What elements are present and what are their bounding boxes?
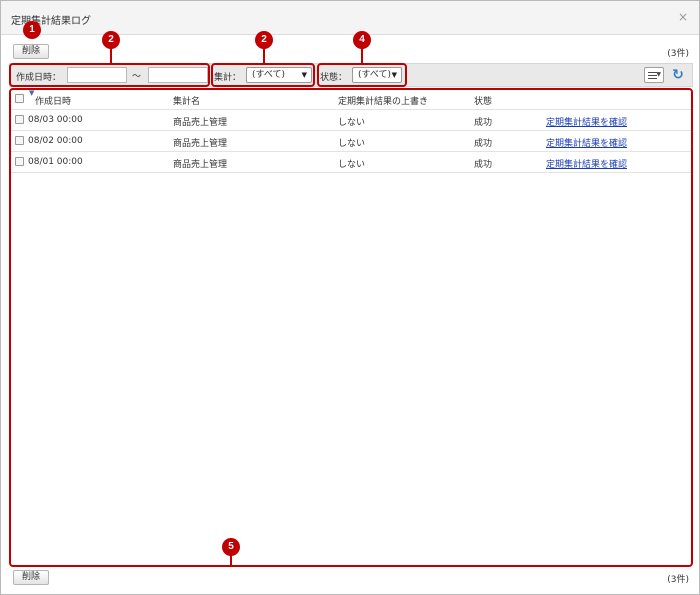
- callout-stem-2a: [110, 47, 112, 63]
- row-overwrite: しない: [338, 139, 366, 149]
- view-result-link[interactable]: 定期集計結果を確認: [546, 115, 627, 128]
- table-row: 08/01 00:00 商品売上管理 しない 成功 定期集計結果を確認: [11, 152, 691, 173]
- filter-toolbar: 作成日時： ～ 集計： (すべて) ▼ 状態： (すべて) ▼ ▼ ↻: [9, 63, 693, 87]
- row-checkbox[interactable]: [15, 136, 24, 145]
- row-created: 08/01 00:00: [28, 157, 83, 167]
- col-created[interactable]: 作成日時: [35, 94, 71, 107]
- close-icon[interactable]: ×: [676, 10, 690, 24]
- col-status[interactable]: 状態: [474, 94, 492, 107]
- row-status: 成功: [474, 118, 493, 128]
- created-date-label: 作成日時：: [16, 73, 62, 83]
- log-window: 定期集計結果ログ × 削除 (3件) 作成日時： ～ 集計： (すべて) ▼ 状…: [0, 0, 700, 595]
- callout-stem-2b: [263, 47, 265, 63]
- callout-stem-5: [230, 555, 232, 567]
- refresh-icon[interactable]: ↻: [670, 67, 686, 83]
- sort-desc-icon[interactable]: ▼: [29, 89, 34, 97]
- row-created: 08/02 00:00: [28, 136, 83, 146]
- status-select-value: (すべて): [358, 70, 392, 80]
- range-separator: ～: [132, 72, 142, 82]
- dropdown-arrow-icon: ▼: [391, 71, 397, 79]
- delete-button-bottom[interactable]: 削除: [13, 570, 50, 585]
- status-label: 状態：: [320, 73, 348, 83]
- row-created: 08/03 00:00: [28, 115, 83, 125]
- delete-button-top[interactable]: 削除: [13, 44, 50, 59]
- row-overwrite: しない: [338, 118, 366, 128]
- row-name: 商品売上管理: [173, 118, 228, 128]
- created-to-input[interactable]: [148, 67, 208, 83]
- aggregation-select-value: (すべて): [252, 70, 286, 80]
- title-bar: 定期集計結果ログ ×: [1, 1, 699, 35]
- created-from-input[interactable]: [67, 67, 127, 83]
- col-overwrite[interactable]: 定期集計結果の上書き: [338, 94, 428, 107]
- result-count-top: (3件): [667, 49, 689, 59]
- callout-badge-2b: 2: [255, 31, 273, 49]
- result-count-bottom: (3件): [667, 575, 689, 585]
- callout-badge-1: 1: [23, 21, 41, 39]
- row-overwrite: しない: [338, 160, 366, 170]
- select-all-checkbox[interactable]: [15, 94, 24, 103]
- row-status: 成功: [474, 139, 493, 149]
- list-icon-line: [648, 78, 657, 79]
- aggregation-label: 集計：: [214, 73, 242, 83]
- status-select[interactable]: (すべて) ▼: [352, 67, 402, 83]
- row-checkbox[interactable]: [15, 157, 24, 166]
- table-row: 08/02 00:00 商品売上管理 しない 成功 定期集計結果を確認: [11, 131, 691, 152]
- row-status: 成功: [474, 160, 493, 170]
- callout-badge-4: 4: [353, 31, 371, 49]
- view-result-link[interactable]: 定期集計結果を確認: [546, 157, 627, 170]
- callout-badge-2a: 2: [102, 31, 120, 49]
- view-result-link[interactable]: 定期集計結果を確認: [546, 136, 627, 149]
- col-name[interactable]: 集計名: [173, 94, 200, 107]
- row-checkbox[interactable]: [15, 115, 24, 124]
- chevron-down-icon: ▼: [656, 71, 661, 78]
- row-name: 商品売上管理: [173, 139, 228, 149]
- callout-badge-5: 5: [222, 538, 240, 556]
- table-row: 08/03 00:00 商品売上管理 しない 成功 定期集計結果を確認: [11, 110, 691, 131]
- aggregation-select[interactable]: (すべて) ▼: [246, 67, 312, 83]
- column-settings-button[interactable]: ▼: [644, 67, 664, 83]
- row-name: 商品売上管理: [173, 160, 228, 170]
- dropdown-arrow-icon: ▼: [301, 71, 307, 79]
- log-table: ▼ 作成日時 集計名 定期集計結果の上書き 状態 08/03 00:00 商品売…: [11, 89, 691, 566]
- table-header: ▼ 作成日時 集計名 定期集計結果の上書き 状態: [11, 89, 691, 110]
- window-title: 定期集計結果ログ: [11, 16, 91, 27]
- callout-stem-4: [361, 47, 363, 63]
